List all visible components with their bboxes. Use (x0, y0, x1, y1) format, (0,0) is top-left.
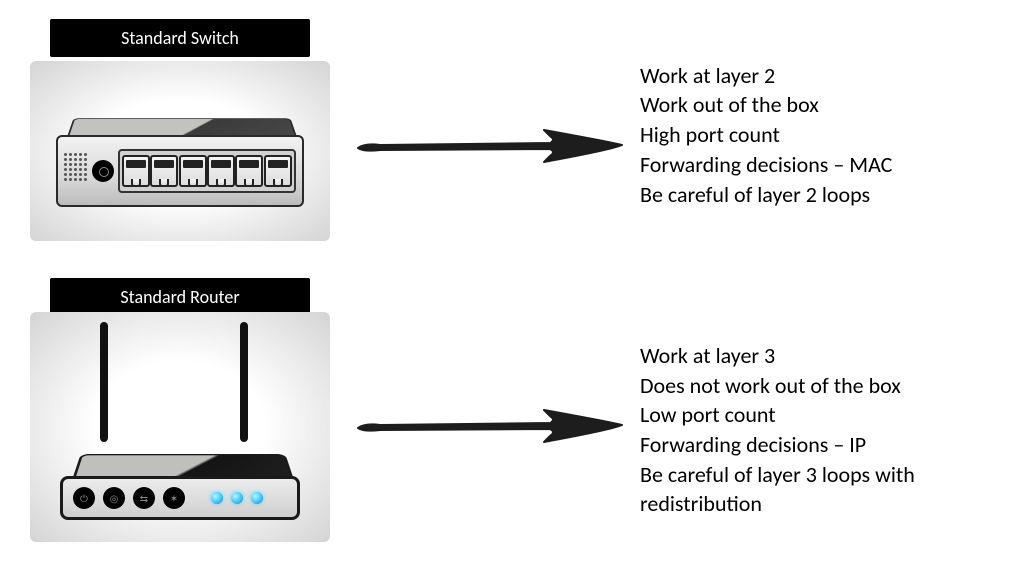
ethernet-port-icon (179, 155, 207, 187)
router-bullet-item: Does not work out of the box (640, 371, 970, 401)
router-bullet-item: Forwarding decisions – IP (640, 430, 970, 460)
status-led-icon (251, 492, 263, 504)
switch-ports-group (118, 149, 296, 193)
ethernet-port-icon (264, 155, 292, 187)
router-button-icon: ✶ (163, 487, 185, 509)
switch-bullets: Work at layer 2 Work out of the box High… (640, 51, 970, 209)
switch-row: Standard Switch (0, 0, 1024, 250)
router-bullet-item: Work at layer 3 (640, 341, 970, 371)
switch-bullet-item: Be careful of layer 2 loops (640, 180, 970, 210)
switch-image (30, 61, 330, 241)
switch-bullet-item: Forwarding decisions – MAC (640, 150, 970, 180)
switch-front-panel (56, 135, 304, 207)
router-column: Standard Router ⏻ ◎ ⇆ ✶ (0, 278, 340, 542)
router-bullets: Work at layer 3 Does not work out of the… (640, 301, 970, 519)
router-row: Standard Router ⏻ ◎ ⇆ ✶ Work at layer 3 … (0, 250, 1024, 570)
router-button-icon: ⇆ (133, 487, 155, 509)
switch-vent-icon (64, 153, 88, 189)
ethernet-port-icon (150, 155, 178, 187)
switch-bullet-item: Work out of the box (640, 90, 970, 120)
switch-label: Standard Switch (50, 19, 310, 57)
status-led-icon (211, 492, 223, 504)
switch-arrow (340, 80, 640, 180)
antenna-icon (240, 322, 248, 442)
arrow-right-icon (350, 390, 630, 460)
status-led-icon (231, 492, 243, 504)
switch-bullet-item: Work at layer 2 (640, 61, 970, 91)
antenna-icon (100, 322, 108, 442)
router-arrow (340, 360, 640, 460)
router-bullet-item: Low port count (640, 400, 970, 430)
router-label: Standard Router (50, 278, 310, 316)
router-bullet-item: Be careful of layer 3 loops with redistr… (640, 460, 970, 519)
router-button-icon: ◎ (103, 487, 125, 509)
router-front-panel: ⏻ ◎ ⇆ ✶ (60, 476, 300, 520)
arrow-right-icon (350, 110, 630, 180)
ethernet-port-icon (207, 155, 235, 187)
power-button-icon (92, 160, 114, 182)
router-image: ⏻ ◎ ⇆ ✶ (30, 312, 330, 542)
switch-bullet-item: High port count (640, 120, 970, 150)
switch-column: Standard Switch (0, 19, 340, 241)
ethernet-port-icon (122, 155, 150, 187)
power-button-icon: ⏻ (73, 487, 95, 509)
ethernet-port-icon (235, 155, 263, 187)
